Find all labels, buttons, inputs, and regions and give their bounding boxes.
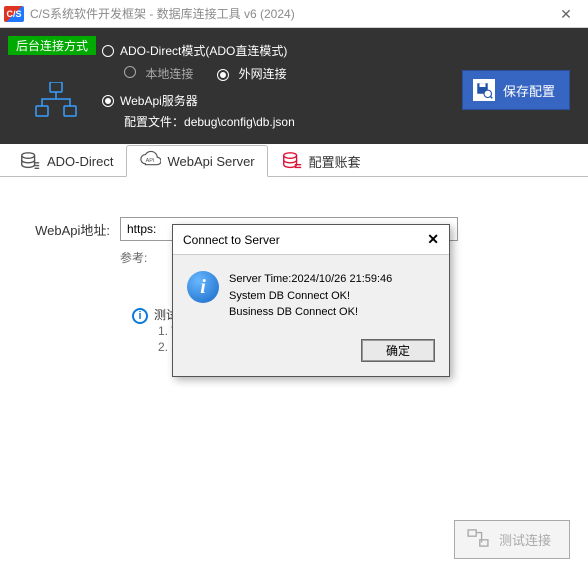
api-icon: API (139, 150, 161, 172)
config-file-line: 配置文件：debug\config\db.json (124, 113, 574, 130)
url-label: WebApi地址: (28, 220, 120, 239)
database-accounts-icon (281, 150, 303, 172)
radio-external[interactable]: 外网连接 (217, 65, 286, 82)
info-icon: i (132, 308, 148, 324)
modal-message: Server Time:2024/10/26 21:59:46 System D… (229, 271, 392, 321)
radio-icon (217, 69, 229, 81)
info-icon: i (187, 271, 219, 303)
tab-label: 配置账套 (309, 152, 361, 171)
network-icon (34, 82, 78, 120)
radio-local[interactable]: 本地连接 (124, 65, 193, 82)
titlebar: C/S C/S系统软件开发框架 - 数据库连接工具 v6 (2024) ✕ (0, 0, 588, 28)
radio-ado-direct[interactable]: ADO-Direct模式(ADO直连模式) (102, 42, 574, 59)
modal-close-icon[interactable]: ✕ (427, 231, 439, 248)
app-icon: C/S (4, 6, 24, 22)
tab-ado-direct[interactable]: ADO-Direct (6, 145, 126, 177)
radio-icon (124, 66, 136, 78)
footer: 测试连接 (454, 520, 570, 559)
tab-webapi[interactable]: API WebApi Server (126, 145, 267, 177)
database-icon (19, 150, 41, 172)
save-config-button[interactable]: 保存配置 (462, 70, 570, 110)
modal-title: Connect to Server (183, 233, 280, 247)
close-icon[interactable]: ✕ (544, 0, 588, 28)
backend-mode-tag: 后台连接方式 (8, 36, 96, 55)
radio-icon (102, 45, 114, 57)
modal-ok-button[interactable]: 确定 (361, 339, 435, 362)
connect-modal: Connect to Server ✕ i Server Time:2024/1… (172, 224, 450, 377)
save-icon (473, 79, 495, 101)
test-connection-button[interactable]: 测试连接 (454, 520, 570, 559)
tab-bar: ADO-Direct API WebApi Server 配置账套 (0, 144, 588, 177)
radio-icon (102, 95, 114, 107)
tab-label: WebApi Server (167, 154, 254, 169)
radio-label: 外网连接 (235, 67, 286, 81)
connection-icon (467, 529, 489, 550)
radio-label: ADO-Direct模式(ADO直连模式) (120, 42, 287, 59)
tab-accounts[interactable]: 配置账套 (268, 145, 374, 177)
svg-text:API: API (146, 158, 155, 164)
radio-label: 本地连接 (142, 67, 193, 81)
test-button-label: 测试连接 (499, 530, 551, 549)
reference-label: 参考: (120, 251, 147, 265)
radio-label: WebApi服务器 (120, 92, 198, 109)
tab-label: ADO-Direct (47, 154, 113, 169)
save-button-label: 保存配置 (503, 81, 555, 100)
window-title: C/S系统软件开发框架 - 数据库连接工具 v6 (2024) (30, 5, 295, 22)
backend-panel: 后台连接方式 ADO-Direct模式(ADO直连模式) 本地连接 外网连接 W… (0, 28, 588, 144)
